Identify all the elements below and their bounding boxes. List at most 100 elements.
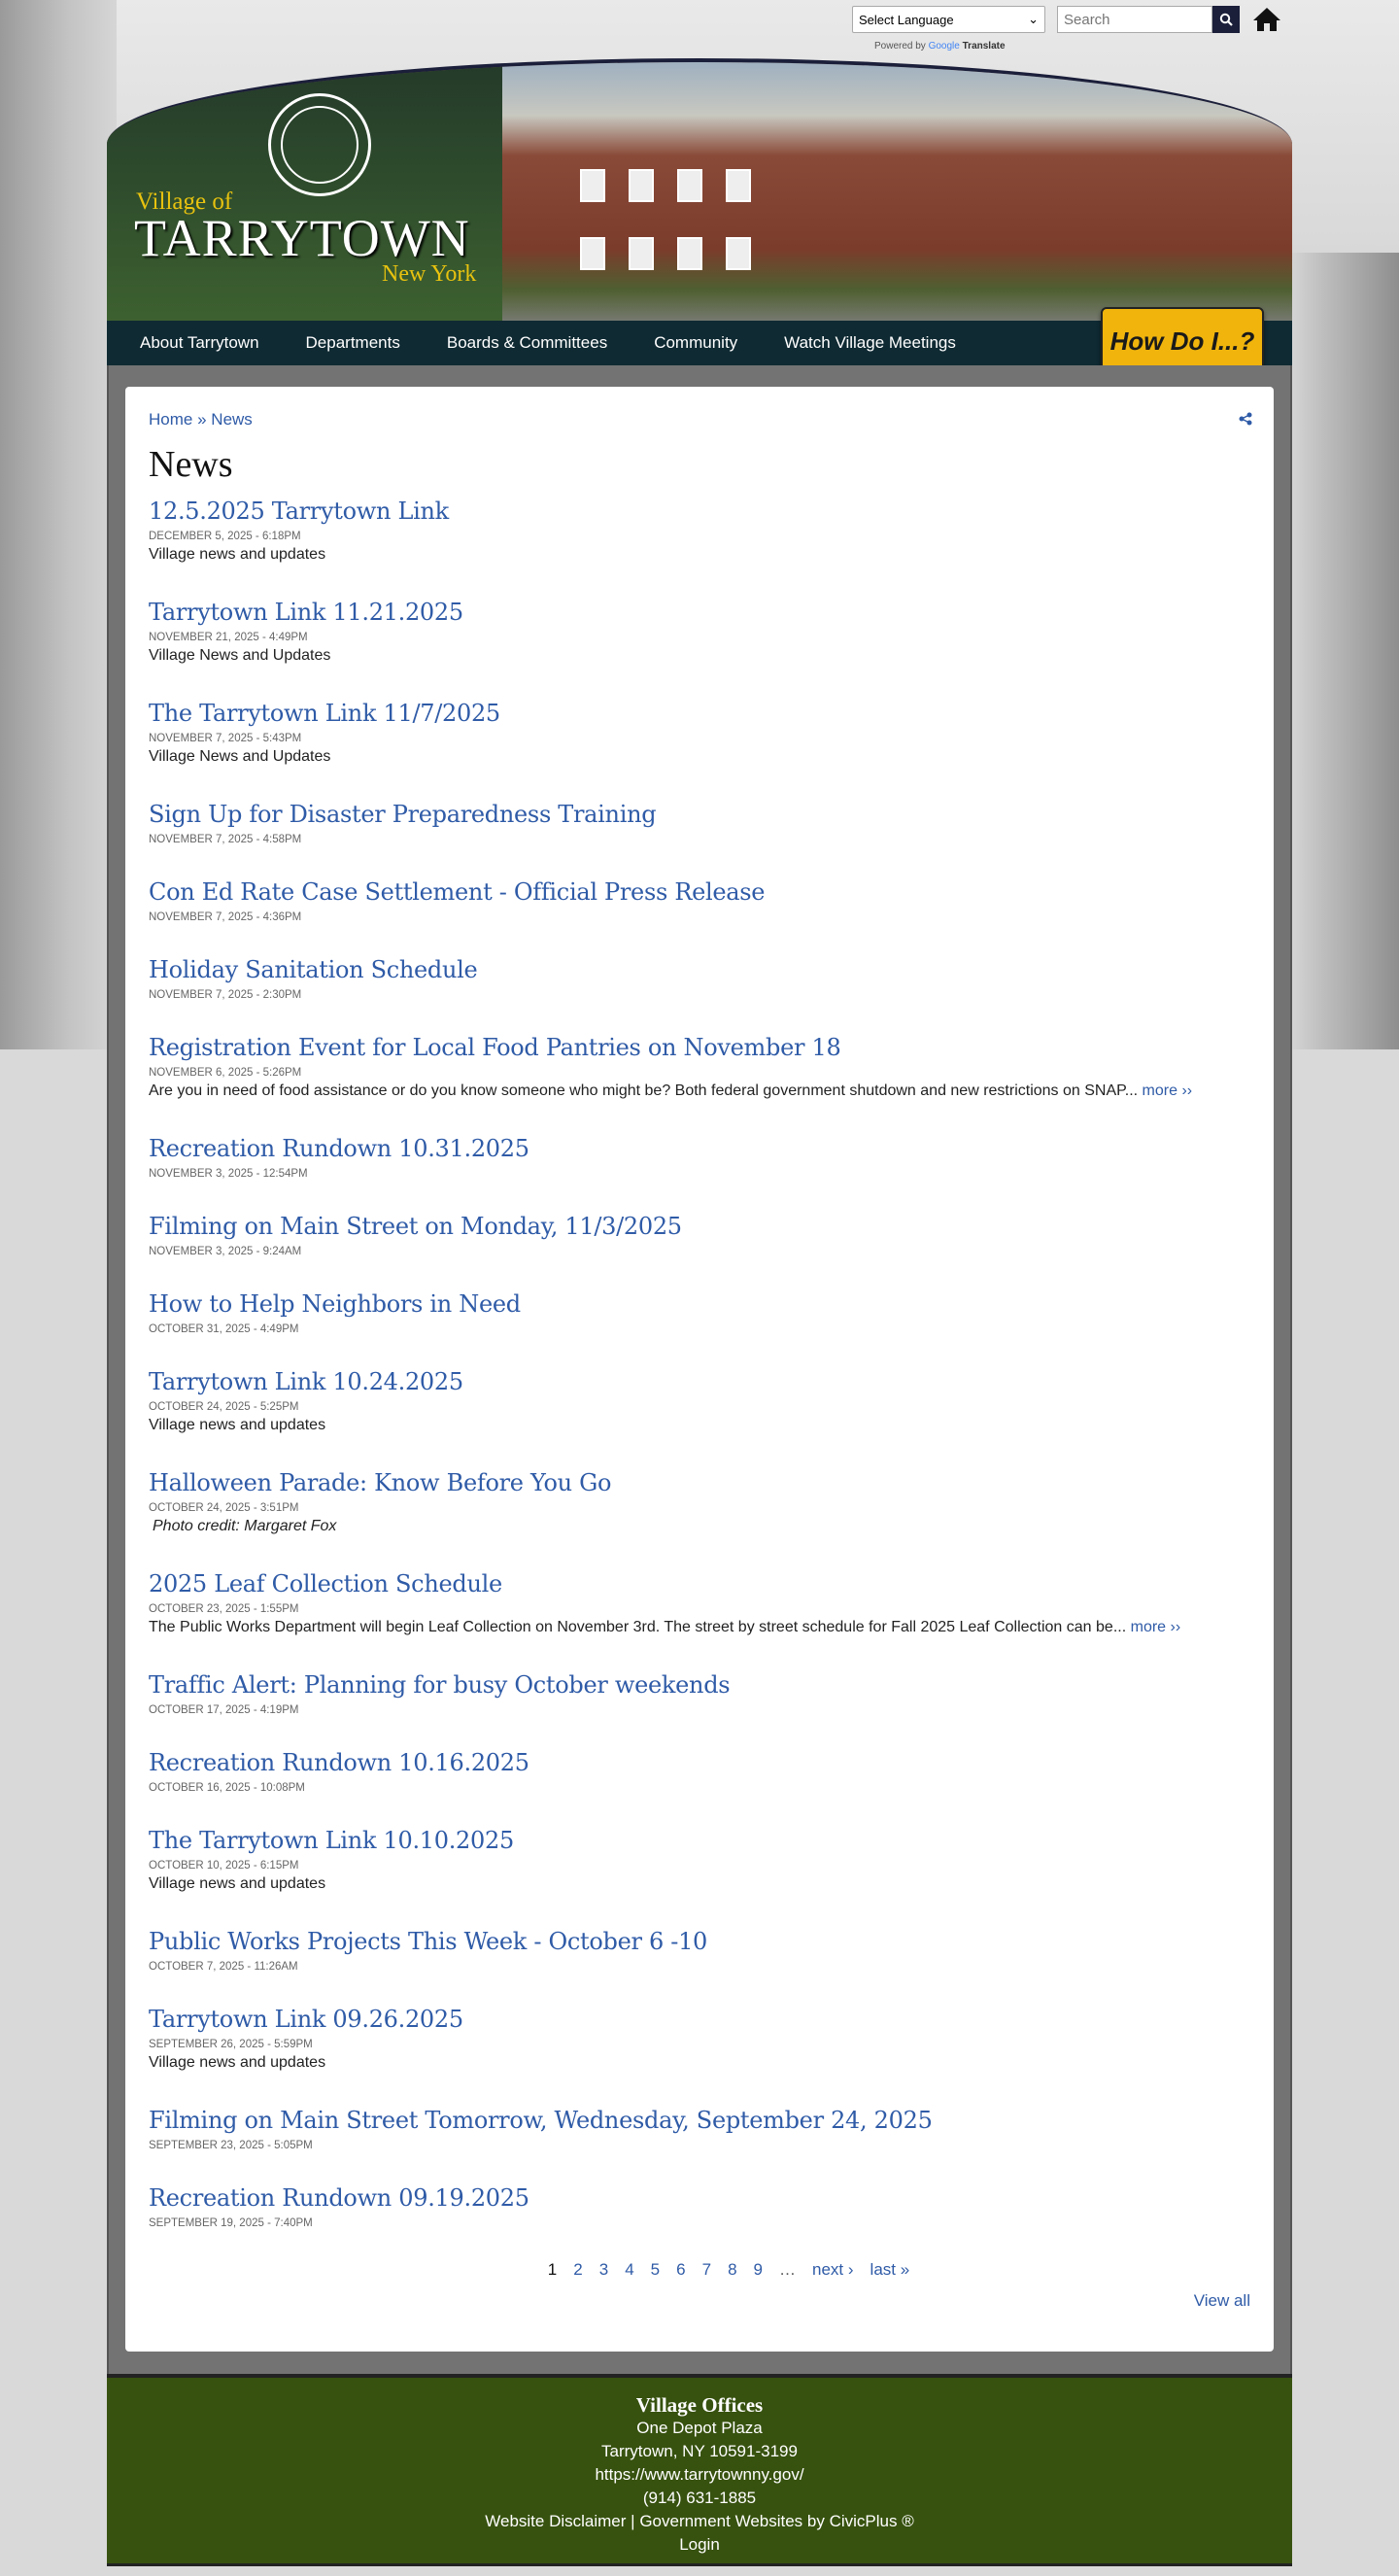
news-title-link[interactable]: Registration Event for Local Food Pantri… xyxy=(149,1032,1250,1063)
chevron-down-icon: ⌄ xyxy=(1028,12,1039,26)
nav-watch-village-meetings[interactable]: Watch Village Meetings xyxy=(784,333,956,353)
news-date: November 6, 2025 - 5:26PM xyxy=(149,1067,302,1079)
news-title-link[interactable]: Holiday Sanitation Schedule xyxy=(149,954,1250,985)
nav-departments[interactable]: Departments xyxy=(306,333,400,353)
page-link-4[interactable]: 4 xyxy=(625,2260,633,2280)
news-summary-text: Village news and updates xyxy=(149,2054,326,2071)
news-summary-text: Village news and updates xyxy=(149,1417,326,1433)
next-page-link[interactable]: next › xyxy=(812,2260,854,2280)
site-header: Village of TARRYTOWN New York xyxy=(107,58,1292,326)
read-more-link[interactable]: more ›› xyxy=(1143,1082,1193,1099)
news-title-link[interactable]: Traffic Alert: Planning for busy October… xyxy=(149,1669,1250,1700)
login-link[interactable]: Login xyxy=(679,2535,720,2554)
news-title-link[interactable]: Tarrytown Link 10.24.2025 xyxy=(149,1366,1250,1397)
news-item: Halloween Parade: Know Before You Go Octo… xyxy=(149,1467,1250,1538)
news-summary: Village News and Updates xyxy=(149,644,1250,668)
background-photo-right xyxy=(1292,253,1399,1049)
nav-community[interactable]: Community xyxy=(654,333,737,353)
page-link-1: 1 xyxy=(547,2260,558,2279)
search-icon xyxy=(1219,13,1233,26)
news-summary: Village News and Updates xyxy=(149,745,1250,769)
news-title-link[interactable]: Tarrytown Link 09.26.2025 xyxy=(149,2004,1250,2035)
news-date: October 31, 2025 - 4:49PM xyxy=(149,1323,299,1335)
news-date: October 7, 2025 - 11:26AM xyxy=(149,1961,298,1973)
footer-website-link[interactable]: https://www.tarrytownny.gov/ xyxy=(595,2465,803,2484)
news-summary-text: Are you in need of food assistance or do… xyxy=(149,1082,1139,1099)
page-link-2[interactable]: 2 xyxy=(573,2260,582,2280)
news-date: December 5, 2025 - 6:18PM xyxy=(149,531,301,542)
pagination: 1 2 3 4 5 6 7 8 9 … next › last » xyxy=(207,2260,1250,2280)
translate-text: Translate xyxy=(962,41,1006,52)
news-title-link[interactable]: The Tarrytown Link 11/7/2025 xyxy=(149,698,1250,729)
civicplus-link[interactable]: Government Websites by CivicPlus ® xyxy=(639,2512,913,2530)
news-date: November 3, 2025 - 9:24AM xyxy=(149,1246,302,1257)
search-button[interactable] xyxy=(1212,6,1240,33)
page-link-8[interactable]: 8 xyxy=(728,2260,736,2280)
photo-window xyxy=(677,237,702,270)
nav-boards-committees[interactable]: Boards & Committees xyxy=(447,333,607,353)
page-link-9[interactable]: 9 xyxy=(754,2260,763,2280)
page-link-7[interactable]: 7 xyxy=(702,2260,711,2280)
page-link-5[interactable]: 5 xyxy=(651,2260,660,2280)
photo-window xyxy=(580,169,605,202)
news-title-link[interactable]: Tarrytown Link 11.21.2025 xyxy=(149,597,1250,628)
website-disclaimer-link[interactable]: Website Disclaimer xyxy=(485,2512,626,2530)
news-item: Tarrytown Link 11.21.2025 November 21, 20… xyxy=(149,597,1250,668)
breadcrumb-home[interactable]: Home xyxy=(149,410,192,429)
news-summary-text: Village News and Updates xyxy=(149,647,331,664)
news-item: The Tarrytown Link 10.10.2025 October 10,… xyxy=(149,1825,1250,1896)
news-title-link[interactable]: How to Help Neighbors in Need xyxy=(149,1288,1250,1320)
news-title-link[interactable]: Public Works Projects This Week - Octobe… xyxy=(149,1926,1250,1957)
news-title-link[interactable]: The Tarrytown Link 10.10.2025 xyxy=(149,1825,1250,1856)
photo-window xyxy=(677,169,702,202)
share-button[interactable] xyxy=(1239,412,1252,430)
footer-address-line1: One Depot Plaza xyxy=(636,2419,763,2437)
news-item: Con Ed Rate Case Settlement - Official P… xyxy=(149,876,1250,924)
news-title-link[interactable]: Halloween Parade: Know Before You Go xyxy=(149,1467,1250,1498)
breadcrumb-news[interactable]: News xyxy=(211,410,253,429)
search-input[interactable] xyxy=(1057,6,1212,33)
news-title-link[interactable]: Con Ed Rate Case Settlement - Official P… xyxy=(149,876,1250,908)
language-select[interactable]: Select Language ⌄ xyxy=(852,6,1045,33)
news-summary-text: Village news and updates xyxy=(149,546,326,563)
news-summary: Village news and updates xyxy=(149,2051,1250,2075)
news-title-link[interactable]: Filming on Main Street Tomorrow, Wednesd… xyxy=(149,2105,1250,2136)
news-title-link[interactable]: Recreation Rundown 10.31.2025 xyxy=(149,1133,1250,1164)
logo-name: TARRYTOWN xyxy=(134,209,470,267)
news-date: September 26, 2025 - 5:59PM xyxy=(149,2039,313,2050)
news-item: 12.5.2025 Tarrytown Link December 5, 2025… xyxy=(149,496,1250,567)
news-summary-text: Village News and Updates xyxy=(149,748,331,765)
last-page-link[interactable]: last » xyxy=(870,2260,910,2280)
news-list: 12.5.2025 Tarrytown Link December 5, 2025… xyxy=(149,496,1250,2230)
home-button[interactable] xyxy=(1251,5,1282,34)
page-link-6[interactable]: 6 xyxy=(676,2260,685,2280)
news-title-link[interactable]: Sign Up for Disaster Preparedness Traini… xyxy=(149,799,1250,830)
nav-about-tarrytown[interactable]: About Tarrytown xyxy=(140,333,259,353)
news-item: Holiday Sanitation Schedule November 7, 2… xyxy=(149,954,1250,1002)
view-all-link[interactable]: View all xyxy=(1194,2291,1250,2310)
news-date: October 10, 2025 - 6:15PM xyxy=(149,1860,299,1872)
page-link-3[interactable]: 3 xyxy=(599,2260,608,2280)
news-date: November 7, 2025 - 4:36PM xyxy=(149,911,302,923)
news-item: Tarrytown Link 10.24.2025 October 24, 202… xyxy=(149,1366,1250,1437)
news-summary-text: Photo credit: Margaret Fox xyxy=(153,1518,337,1534)
news-item: Public Works Projects This Week - Octobe… xyxy=(149,1926,1250,1974)
news-date: November 3, 2025 - 12:54PM xyxy=(149,1168,308,1180)
news-title-link[interactable]: Filming on Main Street on Monday, 11/3/2… xyxy=(149,1211,1250,1242)
news-date: November 7, 2025 - 2:30PM xyxy=(149,989,302,1001)
news-date: October 23, 2025 - 1:55PM xyxy=(149,1603,299,1615)
powered-by-text: Powered by xyxy=(874,41,926,52)
news-summary-text: Village news and updates xyxy=(149,1875,326,1892)
read-more-link[interactable]: more ›› xyxy=(1131,1619,1181,1635)
village-logo[interactable]: Village of TARRYTOWN New York xyxy=(107,62,502,326)
news-title-link[interactable]: Recreation Rundown 10.16.2025 xyxy=(149,1747,1250,1778)
footer-separator: | xyxy=(631,2512,635,2530)
news-title-link[interactable]: 2025 Leaf Collection Schedule xyxy=(149,1568,1250,1599)
photo-window xyxy=(726,169,751,202)
logo-state: New York xyxy=(382,261,477,287)
news-date: October 16, 2025 - 10:08PM xyxy=(149,1782,305,1794)
news-title-link[interactable]: Recreation Rundown 09.19.2025 xyxy=(149,2182,1250,2214)
news-item: Filming on Main Street Tomorrow, Wednesd… xyxy=(149,2105,1250,2152)
news-summary: The Public Works Department will begin L… xyxy=(149,1616,1250,1639)
news-title-link[interactable]: 12.5.2025 Tarrytown Link xyxy=(149,496,1250,527)
